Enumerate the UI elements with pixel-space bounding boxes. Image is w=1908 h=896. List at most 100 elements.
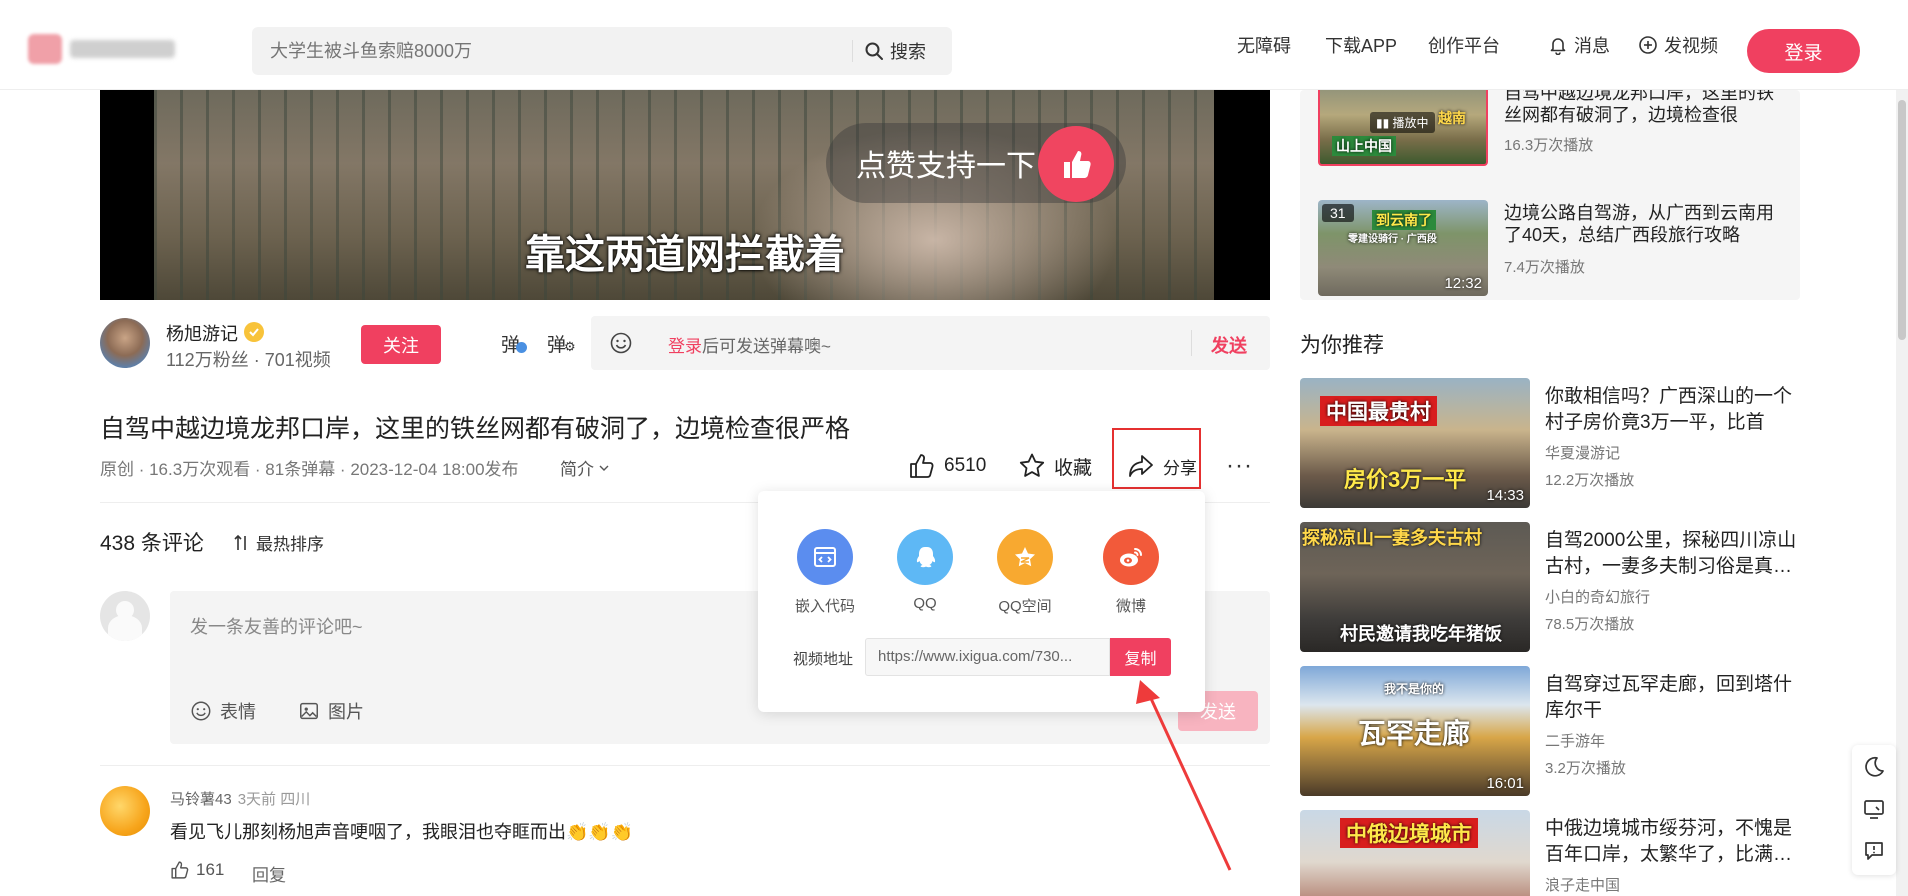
nav-upload-video[interactable]: 发视频: [1638, 0, 1718, 90]
author-name[interactable]: 杨旭游记: [166, 320, 238, 346]
share-qq-label: QQ: [913, 595, 937, 612]
video-title: 自驾中越边境龙邦口岸，这里的铁丝网都有破洞了，边境检查很严格: [100, 415, 851, 443]
thumbnail-caption: 中国最贵村: [1320, 396, 1437, 426]
thumbnail-caption-secondary: 村民邀请我吃年猪饭: [1340, 624, 1502, 644]
like-button[interactable]: 6510: [908, 448, 986, 484]
image-label: 图片: [328, 702, 364, 722]
feedback-icon[interactable]: [1862, 839, 1886, 863]
video-player[interactable]: 点赞支持一下 靠这两道网拦截着: [100, 90, 1270, 300]
playlist-item-views: 7.4万次播放: [1504, 259, 1585, 276]
scrollbar-thumb[interactable]: [1898, 100, 1906, 340]
thumbnail-caption: 山上中国: [1332, 136, 1396, 156]
video-duration: 16:01: [1486, 775, 1524, 792]
thumbs-up-icon: [910, 454, 934, 478]
recommend-item-title: 你敢相信吗？广西深山的一个村子房价竟3万一平，比首府…: [1545, 386, 1793, 433]
video-meta: 原创 · 16.3万次观看 · 81条弹幕 · 2023-12-04 18:00…: [100, 460, 519, 479]
danmu-toggle-button[interactable]: 弹: [501, 330, 528, 357]
share-weibo-label: 微博: [1115, 598, 1146, 615]
comment-username[interactable]: 马铃薯43: [170, 791, 232, 808]
login-button[interactable]: 登录: [1747, 29, 1860, 73]
danmu-login-link[interactable]: 登录: [668, 337, 702, 356]
search-button[interactable]: 搜索: [864, 27, 926, 75]
site-logo[interactable]: [28, 30, 183, 68]
qzone-star-icon: [997, 529, 1053, 585]
search-icon: [865, 42, 883, 60]
comment-divider: [100, 765, 1270, 766]
video-subtitle: 靠这两道网拦截着: [525, 233, 845, 277]
danmu-send-button[interactable]: 发送: [1211, 332, 1247, 358]
share-popup: 嵌入代码 QQ QQ空间 微博 视频地址 https://www.ixigua.…: [758, 491, 1205, 712]
nav-messages[interactable]: 消息: [1548, 0, 1610, 90]
now-playing-badge: ▮▮ 播放中: [1370, 112, 1435, 133]
comment-user-line: 马铃薯43 3天前 四川: [170, 788, 310, 809]
thumbnail-caption-secondary: 房价3万一平: [1344, 467, 1467, 492]
plus-circle-icon: [1639, 36, 1657, 54]
danmu-settings-button[interactable]: 弹⚙: [547, 330, 576, 357]
recommend-item-title: 自驾2000公里，探秘四川凉山古村，一妻多夫制习俗是真…: [1545, 530, 1797, 577]
follow-button[interactable]: 关注: [361, 325, 441, 364]
recommend-thumbnail: 中国最贵村 房价3万一平 14:33: [1300, 378, 1530, 508]
recommend-heading: 为你推荐: [1300, 334, 1384, 357]
comment-count: 438 条评论: [100, 532, 204, 555]
image-button[interactable]: 图片: [298, 698, 364, 724]
page: 搜索 无障碍 下载APP 创作平台 消息 发视频 登录 点赞支持一下 靠这两道网…: [0, 0, 1908, 896]
share-embed-code[interactable]: 嵌入代码: [790, 529, 860, 616]
recommend-item-title: 自驾穿过瓦罕走廊，回到塔什库尔干: [1545, 674, 1793, 721]
playlist-item[interactable]: ▮▮ 播放中 山上中国 越南 自驾中越边境龙邦口岸，这里的铁丝网都有破洞了，边境…: [1318, 80, 1788, 190]
chevron-down-icon: [599, 465, 609, 471]
comment-like-button[interactable]: 161: [170, 860, 224, 880]
playlist-item[interactable]: 31 到云南了 零建设骑行 · 广西段 12:32 边境公路自驾游，从广西到云南…: [1318, 200, 1788, 300]
favorite-button[interactable]: 收藏: [1018, 448, 1092, 484]
smile-icon[interactable]: [609, 331, 633, 355]
thumbnail-caption: 中俄边境城市: [1340, 818, 1478, 848]
copy-url-button[interactable]: 复制: [1110, 638, 1171, 676]
emoji-label: 表情: [220, 702, 256, 722]
search-separator: [852, 40, 853, 62]
bars-icon: ▮▮: [1376, 116, 1393, 130]
recommend-item-views: 3.2万次播放: [1545, 760, 1626, 777]
recommend-item[interactable]: 探秘凉山一妻多夫古村 村民邀请我吃年猪饭 自驾2000公里，探秘四川凉山古村，一…: [1300, 522, 1800, 652]
recommend-item[interactable]: 我不是你的 瓦罕走廊 16:01 自驾穿过瓦罕走廊，回到塔什库尔干 二手游年 3…: [1300, 666, 1800, 796]
intro-toggle[interactable]: 简介: [560, 455, 610, 480]
share-url-label: 视频地址: [793, 651, 854, 668]
video-like-prompt[interactable]: 点赞支持一下: [826, 123, 1126, 203]
share-url-field[interactable]: https://www.ixigua.com/730...: [865, 638, 1110, 676]
thumbnail-caption: 到云南了: [1372, 210, 1436, 230]
recommend-item-author[interactable]: 浪子走中国: [1545, 874, 1620, 895]
user-avatar-placeholder: [100, 591, 150, 641]
more-options-button[interactable]: ···: [1226, 452, 1253, 480]
recommend-thumbnail: 我不是你的 瓦罕走廊 16:01: [1300, 666, 1530, 796]
author-stats: 112万粉丝 · 701视频: [166, 350, 331, 370]
share-qzone[interactable]: QQ空间: [990, 529, 1060, 616]
emoji-button[interactable]: 表情: [190, 698, 256, 724]
moon-icon[interactable]: [1862, 755, 1886, 779]
recommend-item-author[interactable]: 华夏漫游记: [1545, 442, 1620, 463]
nav-accessibility[interactable]: 无障碍: [1237, 0, 1291, 90]
intro-label: 简介: [560, 460, 594, 479]
recommend-item-views: 78.5万次播放: [1545, 616, 1635, 633]
danmu-input-box[interactable]: 登录后可发送弹幕噢~ 发送: [591, 316, 1270, 370]
search-button-label: 搜索: [890, 42, 926, 62]
nav-creator-platform[interactable]: 创作平台: [1428, 0, 1500, 90]
nav-creator-label: 创作平台: [1428, 36, 1500, 56]
recommend-item[interactable]: 中国最贵村 房价3万一平 14:33 你敢相信吗？广西深山的一个村子房价竟3万一…: [1300, 378, 1800, 508]
share-highlight-box: [1112, 428, 1201, 489]
share-embed-label: 嵌入代码: [794, 598, 855, 615]
embed-code-icon: [797, 529, 853, 585]
comment-sort-button[interactable]: 最热排序: [234, 530, 324, 555]
share-qq[interactable]: QQ: [890, 529, 960, 612]
author-avatar[interactable]: [100, 318, 150, 368]
recommend-item-author[interactable]: 二手游年: [1545, 730, 1605, 751]
thumbs-up-icon: [1038, 126, 1114, 202]
comment-avatar[interactable]: [100, 786, 150, 836]
recommend-item-author[interactable]: 小白的奇幻旅行: [1545, 586, 1650, 607]
recommend-item[interactable]: 中俄边境城市 中俄边境城市绥芬河，不愧是百年口岸，太繁华了，比满… 浪子走中国: [1300, 810, 1800, 896]
search-input[interactable]: [270, 27, 890, 75]
screen-icon[interactable]: [1862, 797, 1886, 821]
top-header: 搜索 无障碍 下载APP 创作平台 消息 发视频 登录: [0, 0, 1908, 90]
share-weibo[interactable]: 微博: [1096, 529, 1166, 616]
comment-reply-button[interactable]: 回复: [252, 861, 286, 886]
nav-download-app[interactable]: 下载APP: [1325, 0, 1397, 90]
floating-toolbar: [1852, 745, 1896, 875]
page-scrollbar[interactable]: [1896, 90, 1908, 896]
